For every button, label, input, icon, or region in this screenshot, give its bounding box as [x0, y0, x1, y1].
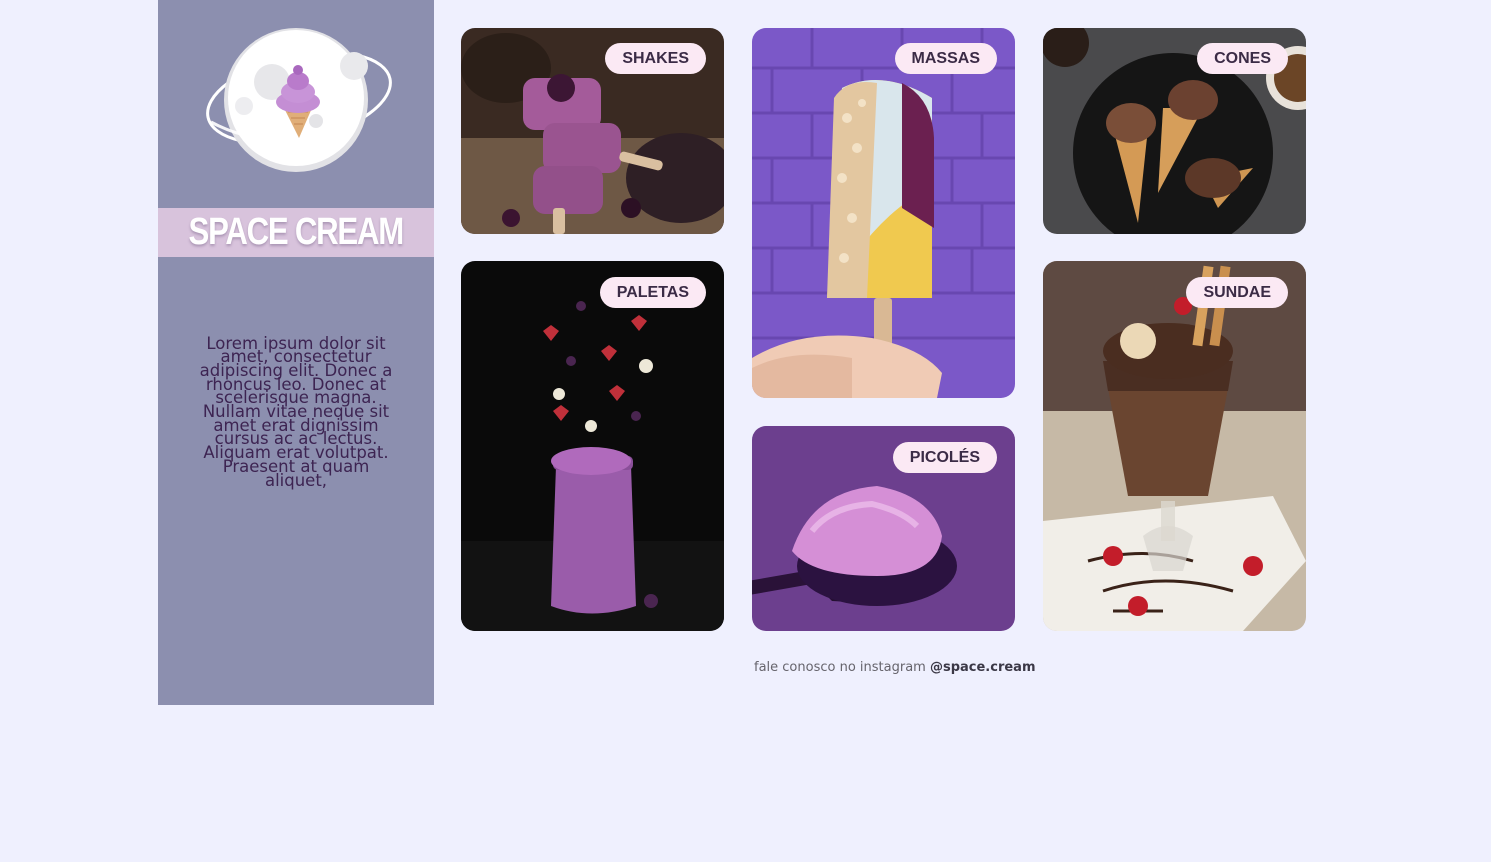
badge-massas[interactable]: MASSAS — [894, 43, 997, 74]
sidebar: SPACE CREAM Lorem ipsum dolor sit amet, … — [158, 0, 434, 705]
category-card-picoles[interactable]: PICOLÉS — [752, 426, 1015, 631]
badge-picoles[interactable]: PICOLÉS — [892, 442, 997, 473]
instagram-footer: fale conosco no instagram @space.cream — [754, 660, 1036, 675]
badge-paletas[interactable]: PALETAS — [599, 277, 706, 308]
footer-text: fale conosco no instagram — [754, 660, 926, 675]
badge-sundae[interactable]: SUNDAE — [1186, 277, 1288, 308]
brand-description: Lorem ipsum dolor sit amet, consectetur … — [199, 333, 393, 490]
sundae-photo — [1043, 261, 1306, 631]
brand-bar: SPACE CREAM — [158, 208, 434, 257]
category-card-shakes[interactable]: SHAKES — [461, 28, 724, 234]
brand-title[interactable]: SPACE CREAM — [189, 211, 405, 254]
paletas-photo — [461, 261, 724, 631]
category-card-cones[interactable]: CONES — [1043, 28, 1306, 234]
category-card-massas[interactable]: MASSAS — [752, 28, 1015, 398]
instagram-handle-link[interactable]: @space.cream — [930, 660, 1036, 675]
massas-photo — [752, 28, 1015, 398]
badge-shakes[interactable]: SHAKES — [605, 43, 706, 74]
category-card-paletas[interactable]: PALETAS — [461, 261, 724, 631]
badge-cones[interactable]: CONES — [1197, 43, 1288, 74]
category-card-sundae[interactable]: SUNDAE — [1043, 261, 1306, 631]
planet-ice-cream-icon[interactable] — [204, 26, 394, 176]
